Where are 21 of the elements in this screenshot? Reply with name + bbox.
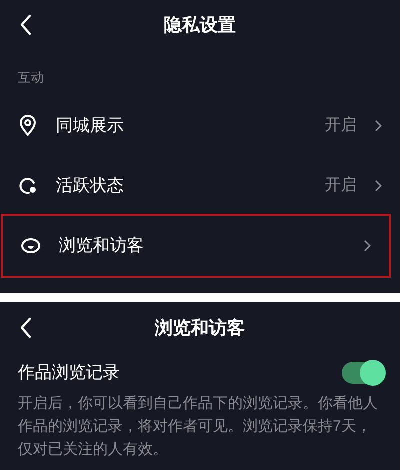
setting-description: 开启后，你可以看到自己作品下的浏览记录。你看他人作品的浏览记录，将对作者可见。浏览记录保持7天，仅对已关注的人有效。 bbox=[18, 394, 379, 460]
screen-title: 浏览和访客 bbox=[155, 318, 245, 338]
eye-icon bbox=[21, 238, 41, 254]
chevron-right-icon bbox=[364, 240, 371, 252]
row-value: 开启 bbox=[325, 116, 357, 136]
section-label: 互动 bbox=[18, 70, 44, 85]
status-ring-icon bbox=[19, 177, 37, 195]
settings-row[interactable]: 活跃状态 开启 bbox=[0, 156, 400, 216]
settings-row[interactable]: 同城展示 开启 bbox=[0, 96, 400, 156]
setting-label: 作品浏览记录 bbox=[18, 362, 120, 384]
settings-row[interactable]: 浏览和访客 bbox=[3, 216, 389, 276]
row-label: 同城展示 bbox=[56, 115, 125, 138]
chevron-right-icon bbox=[375, 180, 382, 192]
row-value: 开启 bbox=[325, 176, 357, 196]
row-label: 活跃状态 bbox=[56, 175, 125, 198]
row-label: 浏览和访客 bbox=[59, 235, 145, 258]
back-icon[interactable] bbox=[20, 14, 32, 36]
chevron-right-icon bbox=[375, 120, 382, 132]
screen-title: 隐私设置 bbox=[164, 14, 236, 34]
location-pin-icon bbox=[19, 115, 37, 137]
back-icon[interactable] bbox=[20, 317, 32, 339]
